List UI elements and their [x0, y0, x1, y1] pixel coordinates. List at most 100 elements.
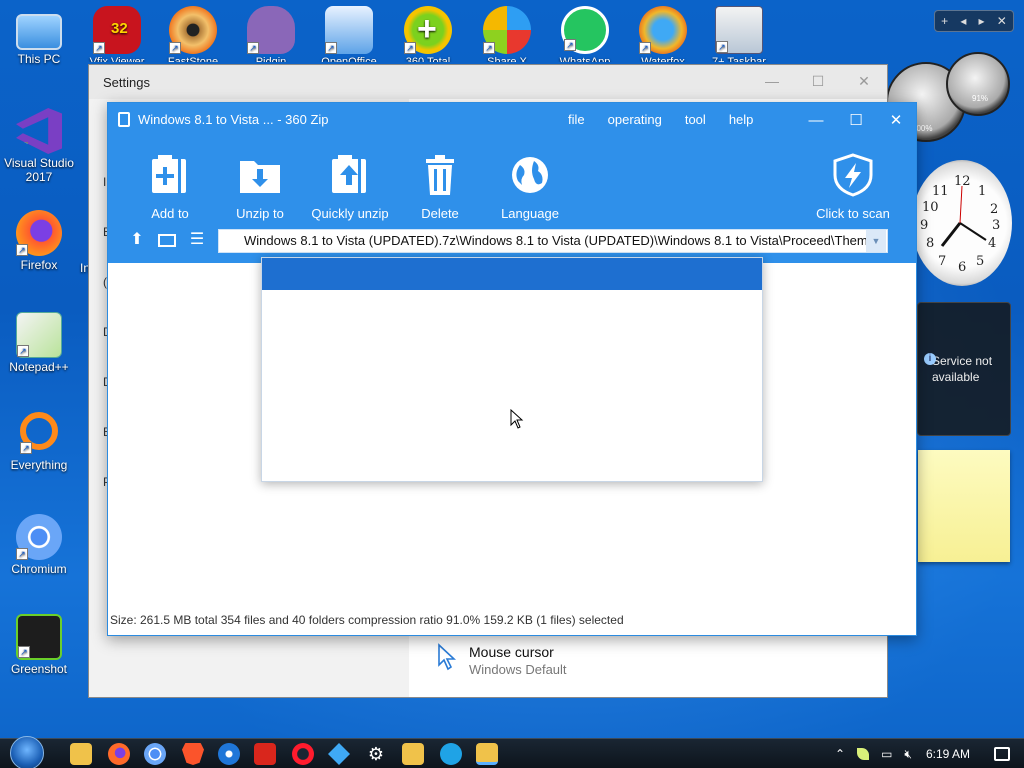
taskbar-app-icon[interactable] [328, 743, 350, 765]
taskbar-folder-icon[interactable] [402, 743, 424, 765]
archive-path-input[interactable]: Windows 8.1 to Vista (UPDATED).7z\Window… [218, 229, 888, 253]
add-to-button[interactable]: Add to [125, 153, 215, 221]
minimize-icon[interactable]: — [749, 65, 795, 97]
maximize-icon[interactable]: ☐ [836, 103, 876, 137]
desktop-icon-top-4[interactable]: + ↗ 360 Total [393, 6, 463, 62]
desktop-icon-top-1[interactable]: ↗ FastStone [158, 6, 228, 62]
desktop-icon-firefox[interactable]: ↗ Firefox [0, 210, 78, 272]
mouse-cursor-value: Windows Default [469, 662, 567, 677]
click-to-scan-button[interactable]: Click to scan [808, 153, 898, 221]
badge-32: 32 [111, 20, 128, 37]
start-button[interactable] [10, 736, 50, 768]
desktop-icon-everything[interactable]: ↗ Everything [0, 412, 78, 472]
path-bar: ⬆ ☰ Windows 8.1 to Vista (UPDATED).7z\Wi… [108, 225, 916, 255]
memory-meter-gadget[interactable]: 91% [946, 52, 1010, 116]
mouse-cursor-setting[interactable]: Mouse cursor Windows Default [437, 643, 567, 679]
archive-file-icon [118, 112, 130, 127]
shortcut-arrow-icon: ↗ [169, 42, 181, 54]
language-label: Language [501, 206, 559, 221]
list-view-icon[interactable]: ☰ [186, 231, 208, 249]
volume-mute-icon[interactable]: 🔇︎ [904, 747, 912, 762]
close-icon[interactable]: ✕ [876, 103, 916, 137]
delete-button[interactable]: Delete [395, 153, 485, 221]
taskbar-browser-icon[interactable] [218, 743, 240, 765]
maximize-icon[interactable]: ☐ [795, 65, 841, 97]
loading-dialog [261, 257, 763, 482]
shortcut-arrow-icon: ↗ [247, 42, 259, 54]
desktop-icon-top-3[interactable]: ↗ OpenOffice [314, 6, 384, 62]
weather-gadget[interactable]: i Service not available [917, 302, 1011, 436]
shortcut-arrow-icon: ↗ [325, 42, 337, 54]
up-folder-icon[interactable]: ⬆ [126, 231, 148, 249]
menu-tool[interactable]: tool [685, 112, 706, 127]
clock-time[interactable]: 6:19 AM [926, 747, 970, 761]
desktop-icon-visual-studio[interactable]: ↗ Visual Studio 2017 [0, 108, 78, 184]
windows-logo-icon [10, 736, 44, 768]
mouse-pointer-icon [438, 643, 457, 671]
language-button[interactable]: Language [485, 153, 575, 221]
quickly-unzip-button[interactable]: Quickly unzip [305, 153, 395, 221]
desktop-icon-top-0[interactable]: 32 ↗ Vfix Viewer [82, 6, 152, 62]
plus-icon: + [417, 10, 437, 48]
taskbar-brave-icon[interactable] [182, 743, 204, 765]
xnview-icon: 32 ↗ [93, 6, 141, 54]
desktop-icon-this-pc[interactable]: This PC [0, 10, 78, 66]
clock-gadget[interactable]: 12 1 2 3 4 5 6 7 8 9 10 11 [912, 160, 1012, 286]
taskbar-wps-icon[interactable] [254, 743, 276, 765]
close-icon[interactable]: ✕ [841, 65, 887, 97]
sticky-note-gadget[interactable] [918, 450, 1010, 562]
add-to-label: Add to [151, 206, 189, 221]
desktop-icon-top-5[interactable]: ↗ Share X [472, 6, 542, 62]
desktop-icon-chromium[interactable]: ↗ Chromium [0, 514, 78, 576]
shortcut-arrow-icon: ↗ [404, 42, 416, 54]
gadget-close-icon[interactable]: ✕ [997, 14, 1007, 28]
chevron-up-icon[interactable]: ⌃ [835, 747, 845, 761]
shortcut-arrow-icon: ↗ [93, 42, 105, 54]
desktop-icon-greenshot[interactable]: ↗ Greenshot [0, 614, 78, 676]
settings-window-controls: — ☐ ✕ [749, 65, 887, 97]
shortcut-arrow-icon: ↗ [483, 42, 495, 54]
menu-help[interactable]: help [729, 112, 754, 127]
taskbar-firefox-icon[interactable] [108, 743, 130, 765]
info-icon: i [924, 353, 936, 365]
shortcut-arrow-icon: ↗ [716, 41, 728, 53]
pidgin-icon: ↗ [247, 6, 295, 54]
desktop-icon-top-7[interactable]: ↗ Waterfox [628, 6, 698, 62]
shortcut-arrow-icon: ↗ [16, 548, 28, 560]
taskbar-skype-icon[interactable] [440, 743, 462, 765]
shortcut-arrow-icon: ↗ [16, 142, 28, 154]
desktop-icon-top-6[interactable]: ↗ WhatsApp [550, 6, 620, 62]
desktop-icon-top-2[interactable]: ↗ Pidgin [236, 6, 306, 62]
7plus-taskbar-tweaker-icon: ↗ [715, 6, 763, 54]
sharex-icon: ↗ [483, 6, 531, 54]
shortcut-arrow-icon: ↗ [639, 42, 651, 54]
desktop-icon-top-8[interactable]: ↗ 7+ Taskbar [704, 6, 774, 62]
zip-window-title: Windows 8.1 to Vista ... - 360 Zip [138, 112, 329, 127]
weather-status-text: Service not available [932, 354, 993, 384]
taskbar-file-explorer-icon[interactable] [70, 743, 92, 765]
leaf-icon[interactable] [857, 748, 870, 760]
network-icon[interactable]: ▭ [881, 747, 892, 761]
shortcut-arrow-icon: ↗ [564, 39, 576, 51]
minimize-icon[interactable]: — [796, 103, 836, 137]
taskbar-settings-gear-icon[interactable]: ⚙ [365, 743, 387, 765]
unzip-to-button[interactable]: Unzip to [215, 153, 305, 221]
thumbnail-view-icon[interactable] [156, 231, 178, 249]
dialog-titlebar[interactable] [262, 258, 762, 290]
taskbar-chromium-icon[interactable] [144, 743, 166, 765]
menu-file[interactable]: file [568, 112, 585, 127]
settings-title: Settings [103, 74, 150, 90]
gadget-prev-icon[interactable]: ◂ [960, 14, 966, 28]
gadget-next-icon[interactable]: ▸ [979, 14, 985, 28]
menu-operating[interactable]: operating [608, 112, 662, 127]
desktop-icon-notepadpp[interactable]: ↗ Notepad++ [0, 312, 78, 374]
taskbar-opera-icon[interactable] [292, 743, 314, 765]
notifications-icon[interactable] [994, 747, 1010, 761]
zip-titlebar[interactable]: Windows 8.1 to Vista ... - 360 Zip [118, 112, 329, 127]
shortcut-arrow-icon: ↗ [18, 646, 30, 658]
path-dropdown-icon[interactable]: ▼ [866, 230, 886, 252]
gadget-add-icon[interactable]: + [941, 14, 948, 28]
trash-icon [426, 155, 454, 195]
taskbar-active-folder-icon[interactable] [476, 743, 498, 765]
360-total-security-icon: + ↗ [404, 6, 452, 54]
